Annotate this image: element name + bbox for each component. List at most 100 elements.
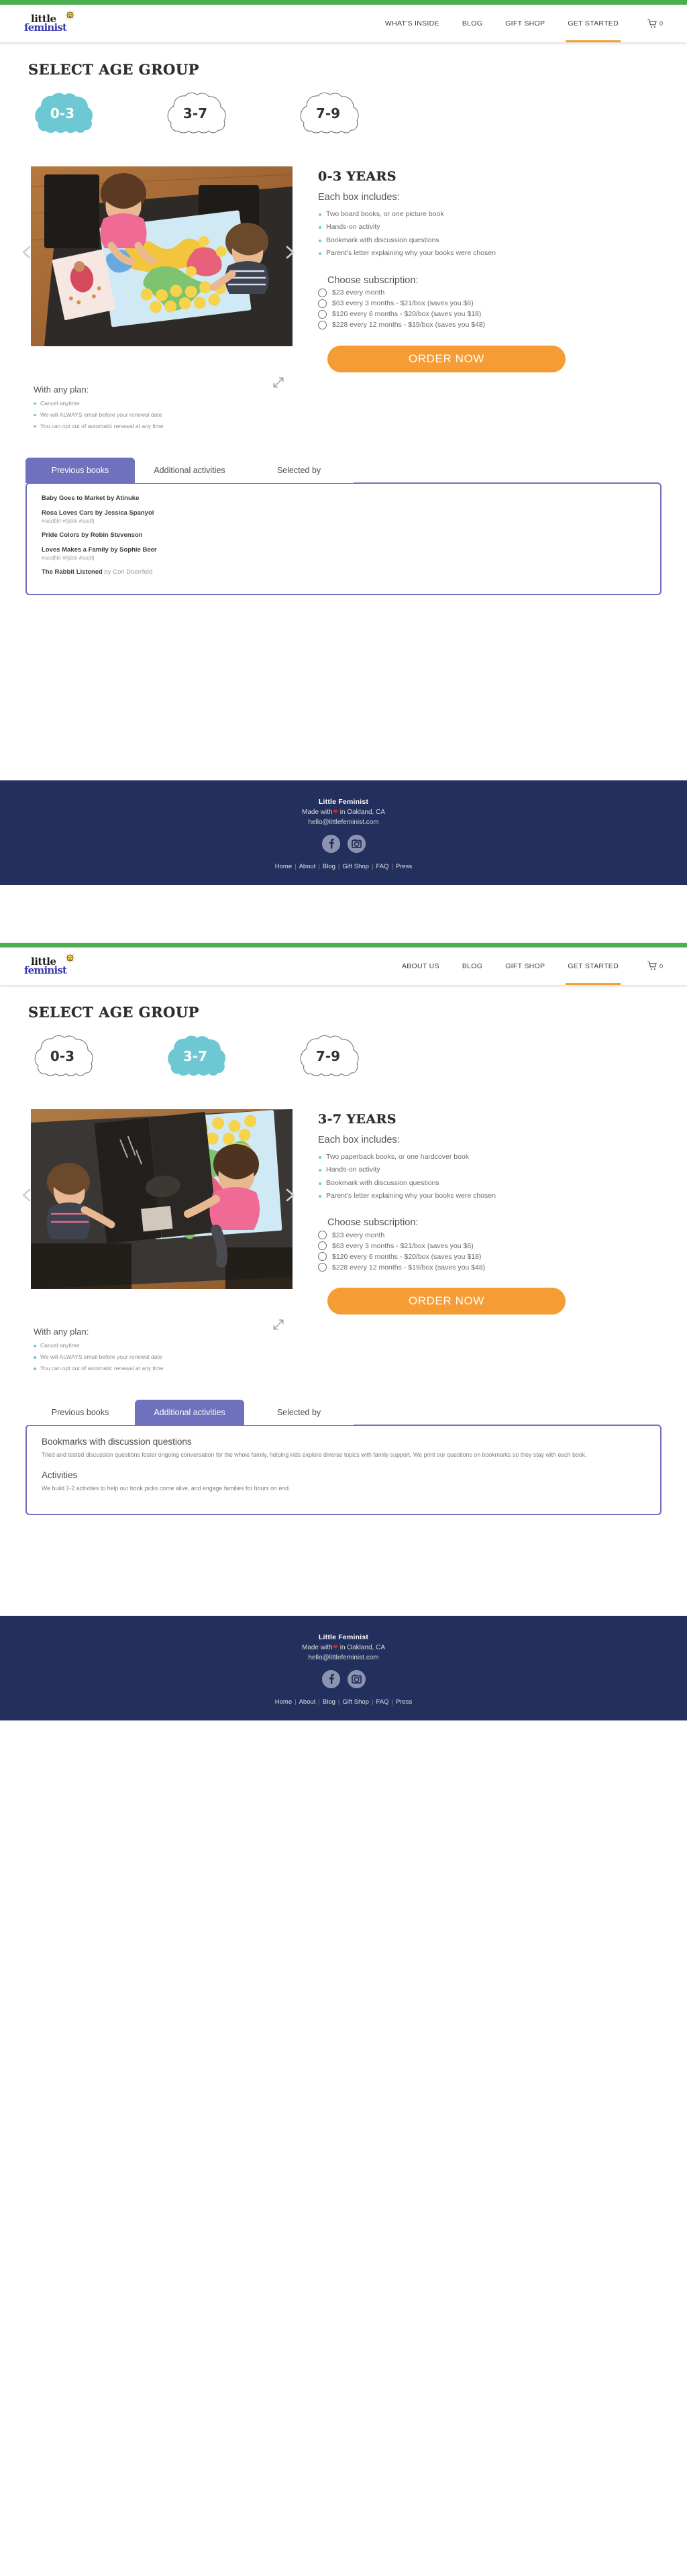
tab-previous-books[interactable]: Previous books	[25, 457, 135, 483]
cart-button[interactable]: 0	[630, 19, 667, 29]
site-header: little feminist ABOUT US BLOG GIFT SHOP GET…	[0, 947, 687, 985]
nav-item-gift-shop[interactable]: GIFT SHOP	[494, 947, 556, 985]
logo[interactable]: little feminist	[24, 953, 75, 980]
age-group-3-7[interactable]: 3-7	[158, 1035, 232, 1077]
section-0-3: little feminist WHAT'S INSIDE BLOG GIFT SH…	[0, 0, 687, 943]
main-nav: ABOUT US BLOG GIFT SHOP GET STARTED 0	[390, 947, 667, 985]
gallery-next-button[interactable]	[284, 1186, 297, 1206]
book-name: Baby Goes to Market by Atinuke	[42, 494, 140, 502]
site-header: little feminist WHAT'S INSIDE BLOG GIFT SH…	[0, 5, 687, 42]
age-group-3-7[interactable]: 3-7	[158, 93, 232, 134]
spacer-bottom	[0, 1720, 687, 1775]
nav-item-about-us[interactable]: ABOUT US	[390, 947, 451, 985]
expand-icon[interactable]	[272, 1319, 284, 1331]
footer-link-blog[interactable]: Blog	[323, 1698, 335, 1706]
product-image[interactable]	[31, 1109, 293, 1289]
subscription-option[interactable]: $63 every 3 months - $21/box (saves you …	[318, 299, 687, 308]
gallery-next-button[interactable]	[284, 244, 297, 264]
subscription-option[interactable]: $120 every 6 months - $20/box (saves you…	[318, 1252, 687, 1261]
footer-link-home[interactable]: Home	[275, 1698, 292, 1706]
facebook-link[interactable]	[321, 834, 340, 853]
subscription-option[interactable]: $23 every month	[318, 1231, 687, 1240]
page-title: SELECT AGE GROUP	[28, 61, 199, 78]
footer-link-about[interactable]: About	[299, 1698, 316, 1706]
footer-links: Home | About | Blog | Gift Shop | FAQ | Press	[0, 1698, 687, 1706]
footer-link-home[interactable]: Home	[275, 863, 292, 870]
nav-item-blog[interactable]: BLOG	[451, 947, 494, 985]
order-now-button[interactable]: ORDER NOW	[327, 345, 566, 372]
heart-icon: ❤	[332, 808, 338, 816]
age-group-0-3[interactable]: 0-3	[25, 1035, 99, 1077]
subscription-label: $23 every month	[332, 1231, 385, 1239]
tab-previous-books[interactable]: Previous books	[25, 1400, 135, 1426]
subscription-option[interactable]: $63 every 3 months - $21/box (saves you …	[318, 1241, 687, 1251]
nav-item-what-s-inside[interactable]: WHAT'S INSIDE	[374, 5, 451, 42]
radio-button[interactable]	[318, 1241, 327, 1251]
age-group-label: 3-7	[182, 105, 208, 121]
product-image[interactable]	[31, 166, 293, 346]
order-now-button[interactable]: ORDER NOW	[327, 1288, 566, 1315]
radio-button[interactable]	[318, 1263, 327, 1272]
nav-item-blog[interactable]: BLOG	[451, 5, 494, 42]
subscription-option[interactable]: $23 every month	[318, 288, 687, 297]
radio-button[interactable]	[318, 1231, 327, 1240]
cart-icon	[647, 961, 657, 970]
nav-item-gift-shop[interactable]: GIFT SHOP	[494, 5, 556, 42]
footer-email[interactable]: hello@littlefeminist.com	[0, 1654, 687, 1661]
activity-block: Bookmarks with discussion questions Trie…	[42, 1437, 645, 1460]
footer-email[interactable]: hello@littlefeminist.com	[0, 819, 687, 826]
book-title: Pride Colors by Robin Stevenson	[42, 531, 645, 539]
choose-subscription-label: Choose subscription:	[327, 274, 419, 286]
spacer	[0, 1515, 687, 1616]
subscription-label: $120 every 6 months - $20/box (saves you…	[332, 310, 482, 319]
footer-link-gift-shop[interactable]: Gift Shop	[342, 863, 369, 870]
footer-separator: |	[318, 862, 320, 870]
footer-link-gift-shop[interactable]: Gift Shop	[342, 1698, 369, 1706]
cart-button[interactable]: 0	[630, 961, 667, 971]
age-group-7-9[interactable]: 7-9	[291, 1035, 365, 1077]
radio-button[interactable]	[318, 320, 327, 329]
footer-link-faq[interactable]: FAQ	[376, 1698, 388, 1706]
subscription-option[interactable]: $120 every 6 months - $20/box (saves you…	[318, 309, 687, 319]
product-details: 0-3 YEARS Each box includes: Two board b…	[302, 166, 687, 372]
gallery-prev-button[interactable]	[20, 1186, 33, 1206]
footer-link-press[interactable]: Press	[396, 1698, 412, 1706]
book-title: Rosa Loves Cars by Jessica Spanyol	[42, 509, 645, 517]
product-photo	[31, 166, 293, 346]
footer-separator: |	[337, 1698, 340, 1706]
age-group-0-3[interactable]: 0-3	[25, 93, 99, 134]
expand-icon[interactable]	[272, 376, 284, 389]
activity-heading: Bookmarks with discussion questions	[42, 1437, 192, 1447]
radio-button[interactable]	[318, 1252, 327, 1261]
facebook-link[interactable]	[321, 1670, 340, 1689]
nav-item-get-started[interactable]: GET STARTED	[556, 947, 630, 985]
instagram-icon	[347, 1670, 366, 1689]
footer-link-faq[interactable]: FAQ	[376, 863, 388, 870]
age-group-7-9[interactable]: 7-9	[291, 93, 365, 134]
instagram-link[interactable]	[347, 834, 366, 853]
instagram-link[interactable]	[347, 1670, 366, 1689]
subscription-option[interactable]: $228 every 12 months - $19/box (saves yo…	[318, 1263, 687, 1272]
tab-selected-by[interactable]: Selected by	[244, 457, 354, 483]
sun-icon	[65, 953, 75, 963]
footer-separator: |	[318, 1698, 320, 1706]
radio-button[interactable]	[318, 299, 327, 308]
radio-button[interactable]	[318, 288, 327, 297]
tab-additional-activities[interactable]: Additional activities	[135, 457, 244, 483]
footer-link-about[interactable]: About	[299, 863, 316, 870]
nav-item-get-started[interactable]: GET STARTED	[556, 5, 630, 42]
tab-list: Previous books Additional activities Selec…	[25, 457, 662, 483]
age-group-label: 7-9	[315, 1047, 341, 1064]
tab-selected-by[interactable]: Selected by	[244, 1400, 354, 1426]
tabs-section: Previous books Additional activities Selec…	[25, 457, 662, 595]
radio-button[interactable]	[318, 309, 327, 319]
footer-link-press[interactable]: Press	[396, 863, 412, 870]
product-title: 0-3 YEARS	[318, 169, 397, 184]
gallery-prev-button[interactable]	[20, 244, 33, 264]
box-includes-list: Two paperback books, or one hardcover bo…	[318, 1151, 687, 1203]
tab-additional-activities[interactable]: Additional activities	[135, 1400, 244, 1426]
footer-link-blog[interactable]: Blog	[323, 863, 335, 870]
logo[interactable]: little feminist	[24, 10, 75, 37]
footer-made-with: Made with❤ in Oakland, CA	[0, 809, 687, 816]
subscription-option[interactable]: $228 every 12 months - $19/box (saves yo…	[318, 320, 687, 329]
